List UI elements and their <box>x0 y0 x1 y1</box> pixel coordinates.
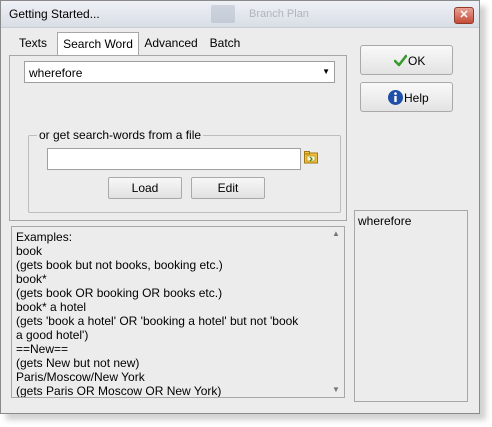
examples-text-area[interactable]: Examples: book (gets book but not books,… <box>11 226 345 398</box>
close-icon: ✕ <box>459 9 469 21</box>
file-group: or get search-words from a file Load Edi… <box>28 128 341 213</box>
edit-button[interactable]: Edit <box>191 177 265 199</box>
examples-line: Examples: <box>16 230 73 244</box>
examples-line: ==New== <box>16 342 69 356</box>
search-word-value: wherefore <box>29 66 83 80</box>
examples-line: book <box>16 244 43 258</box>
help-button-label: Help <box>404 91 429 105</box>
ok-button[interactable]: OK <box>360 45 453 75</box>
examples-line: (gets 'book a hotel' OR 'booking a hotel… <box>16 314 299 328</box>
background-window-ghost: Branch Plan <box>211 1 371 27</box>
load-button[interactable]: Load <box>108 177 182 199</box>
examples-line: (gets New but not new) <box>16 356 140 370</box>
examples-line: Paris/Moscow/New York <box>16 370 145 384</box>
search-word-panel: wherefore ▼ or get search-words from a f… <box>9 55 347 221</box>
examples-line: (gets book OR booking OR books etc.) <box>16 286 223 300</box>
examples-line: a good hotel') <box>16 328 89 342</box>
window-title: Getting Started... <box>9 7 100 21</box>
scroll-up-icon[interactable]: ▲ <box>332 229 340 238</box>
dropdown-arrow-icon[interactable]: ▼ <box>322 67 330 76</box>
getting-started-dialog: Getting Started... Branch Plan ✕ Texts S… <box>0 0 480 414</box>
search-word-combobox[interactable]: wherefore ▼ <box>24 61 335 83</box>
tab-batch[interactable]: Batch <box>205 33 245 54</box>
examples-line: book* <box>16 272 47 286</box>
examples-line: (gets Paris OR Moscow OR New York) <box>16 384 222 398</box>
close-button[interactable]: ✕ <box>454 7 474 24</box>
background-window-title: Branch Plan <box>249 8 309 20</box>
checkmark-icon <box>394 54 407 67</box>
examples-line: (gets book but not books, booking etc.) <box>16 258 223 272</box>
tab-search-word[interactable]: Search Word <box>57 32 139 56</box>
list-item[interactable]: wherefore <box>358 214 411 228</box>
tab-advanced[interactable]: Advanced <box>141 33 201 54</box>
tab-texts[interactable]: Texts <box>13 33 53 54</box>
background-app-icon <box>211 5 235 23</box>
title-bar[interactable]: Getting Started... Branch Plan ✕ <box>1 1 479 28</box>
file-group-legend: or get search-words from a file <box>37 128 204 142</box>
open-folder-icon[interactable] <box>304 150 318 164</box>
examples-scrollbar[interactable]: ▲ ▼ <box>330 227 344 397</box>
search-words-list[interactable]: wherefore <box>354 210 468 402</box>
scroll-down-icon[interactable]: ▼ <box>332 385 340 394</box>
ok-button-label: OK <box>408 54 426 68</box>
help-button[interactable]: Help <box>360 82 453 112</box>
examples-line: book* a hotel <box>16 300 87 314</box>
file-path-input[interactable] <box>47 148 301 170</box>
info-icon <box>388 90 403 105</box>
